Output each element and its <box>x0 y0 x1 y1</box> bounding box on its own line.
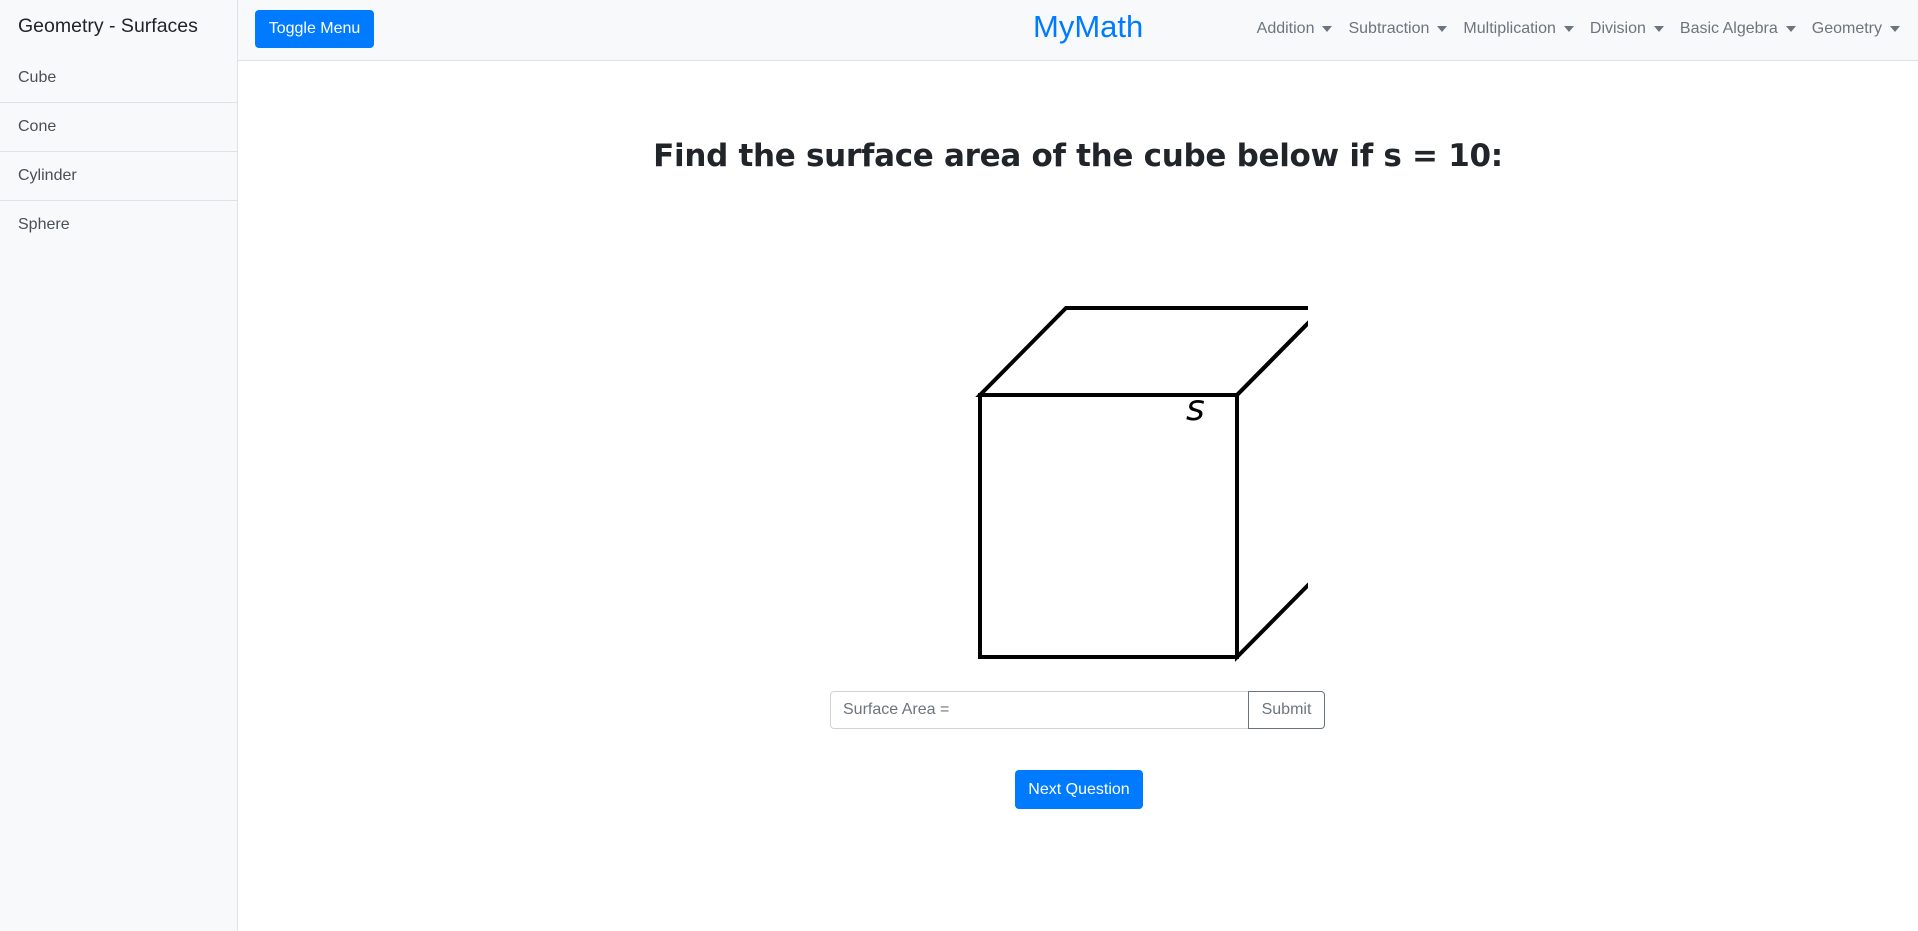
nav-subtraction-dropdown[interactable]: Subtraction <box>1348 20 1448 38</box>
cube-front-face <box>978 393 1239 659</box>
caret-down-icon <box>1890 26 1900 32</box>
toggle-menu-button[interactable]: Toggle Menu <box>255 10 374 48</box>
caret-down-icon <box>1785 26 1796 32</box>
caret-down-icon <box>1437 26 1448 32</box>
top-navbar: Toggle Menu MyMath Addition Subtraction … <box>238 0 1918 61</box>
submit-button[interactable]: Submit <box>1248 691 1325 729</box>
nav-addition-dropdown[interactable]: Addition <box>1257 20 1333 38</box>
cube-top-face <box>975 306 1308 397</box>
caret-down-icon <box>1322 26 1333 32</box>
sidebar-heading: Geometry - Surfaces <box>18 15 198 37</box>
nav-geometry-dropdown[interactable]: Geometry <box>1812 20 1900 38</box>
sidebar-item-cone[interactable]: Cone <box>0 103 237 152</box>
sidebar-list: Cube Cone Cylinder Sphere <box>0 54 237 250</box>
sidebar-item-sphere[interactable]: Sphere <box>0 201 237 250</box>
sidebar-item-cube[interactable]: Cube <box>0 54 237 103</box>
nav-multiplication-dropdown[interactable]: Multiplication <box>1463 20 1574 38</box>
caret-down-icon <box>1563 26 1574 32</box>
nav-division-dropdown[interactable]: Division <box>1590 20 1664 38</box>
nav-menu: Addition Subtraction Multiplication Divi… <box>1241 0 1900 58</box>
nav-multiplication-label: Multiplication <box>1463 20 1556 37</box>
caret-down-icon <box>1653 26 1664 32</box>
nav-division-label: Division <box>1589 20 1646 37</box>
nav-geometry-label: Geometry <box>1811 20 1882 37</box>
nav-addition-label: Addition <box>1256 20 1315 37</box>
main-content: Find the surface area of the cube below … <box>238 61 1918 931</box>
answer-input-group: Submit <box>830 691 1326 729</box>
brand-logo[interactable]: MyMath <box>1033 9 1143 45</box>
nav-basic-algebra-dropdown[interactable]: Basic Algebra <box>1680 20 1796 38</box>
cube-side-face <box>1235 320 1308 662</box>
next-question-button[interactable]: Next Question <box>1015 770 1143 809</box>
cube-side-label: s <box>1186 388 1205 429</box>
surface-area-input[interactable] <box>830 691 1249 729</box>
nav-basic-algebra-label: Basic Algebra <box>1679 20 1778 37</box>
nav-subtraction-label: Subtraction <box>1348 20 1430 37</box>
sidebar: Geometry - Surfaces Cube Cone Cylinder S… <box>0 0 238 931</box>
sidebar-item-cylinder[interactable]: Cylinder <box>0 152 237 201</box>
question-heading: Find the surface area of the cube below … <box>653 138 1503 174</box>
cube-figure: s <box>975 306 1308 662</box>
